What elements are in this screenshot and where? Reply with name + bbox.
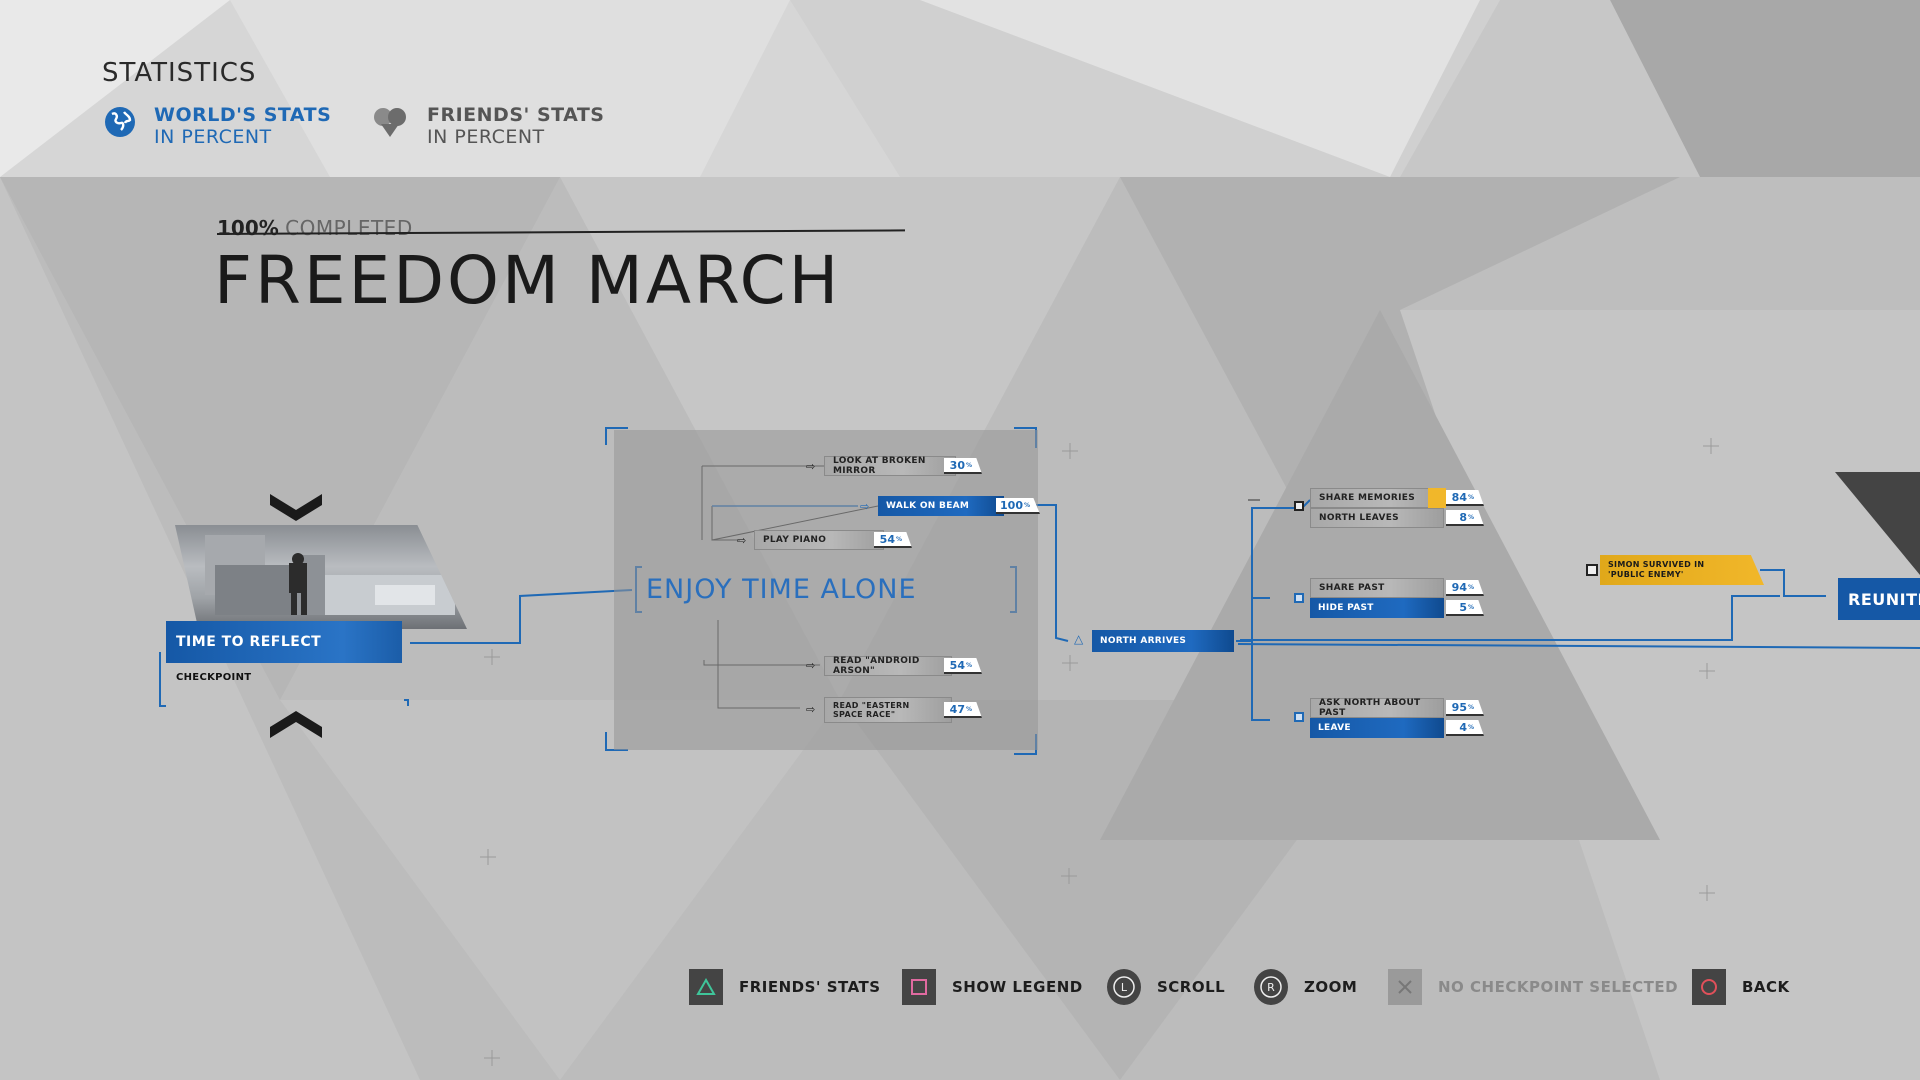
tab-worlds-stats-label: WORLD'S STATS bbox=[154, 104, 332, 126]
choice-percent: 30% bbox=[944, 458, 982, 474]
globe-icon bbox=[105, 107, 135, 137]
left-stick-icon: L bbox=[1107, 969, 1141, 1005]
arrow-right-icon: ⇨ bbox=[737, 534, 747, 547]
square-button-icon bbox=[902, 969, 936, 1005]
event-north-arrives[interactable]: NORTH ARRIVES bbox=[1092, 630, 1234, 652]
choice-label: READ "ANDROID ARSON" bbox=[833, 656, 920, 676]
completion-value: 100% bbox=[217, 216, 279, 240]
triangle-button-icon bbox=[689, 969, 723, 1005]
branch-label: SHARE PAST bbox=[1319, 583, 1385, 593]
lock-icon bbox=[1586, 564, 1598, 576]
unlock-icon bbox=[1294, 593, 1304, 603]
branch-percent: 84% bbox=[1446, 490, 1484, 506]
control-show-legend[interactable]: SHOW LEGEND bbox=[902, 968, 1083, 1006]
branch-ask-north-about-past[interactable]: ASK NORTH ABOUT PAST bbox=[1310, 698, 1444, 718]
cross-button-icon bbox=[1388, 969, 1422, 1005]
hub-title: ENJOY TIME ALONE bbox=[646, 574, 917, 605]
condition-label: SIMON SURVIVED IN 'PUBLIC ENEMY' bbox=[1608, 560, 1705, 579]
branch-percent: 4% bbox=[1446, 720, 1484, 736]
branch-label: HIDE PAST bbox=[1318, 603, 1374, 613]
choice-play-piano[interactable]: PLAY PIANO bbox=[754, 530, 884, 550]
control-show-legend-label: SHOW LEGEND bbox=[952, 978, 1083, 996]
unlock-icon bbox=[1294, 501, 1304, 511]
node-reunite[interactable]: REUNITE bbox=[1838, 578, 1920, 620]
choice-look-at-broken-mirror[interactable]: LOOK AT BROKEN MIRROR bbox=[824, 456, 956, 476]
arrow-right-icon: ⇨ bbox=[806, 703, 816, 716]
choice-label: LOOK AT BROKEN MIRROR bbox=[833, 456, 926, 476]
arrow-right-icon: ⇨ bbox=[806, 460, 816, 473]
checkpoint-thumbnail[interactable] bbox=[175, 525, 467, 629]
completion-status: 100% COMPLETED bbox=[217, 216, 413, 240]
checkpoint-scene-image bbox=[205, 535, 455, 615]
svg-text:L: L bbox=[1121, 981, 1128, 994]
choice-percent: 47% bbox=[944, 702, 982, 718]
svg-text:R: R bbox=[1267, 981, 1275, 994]
event-label: NORTH ARRIVES bbox=[1100, 636, 1187, 646]
choice-walk-on-beam[interactable]: WALK ON BEAM bbox=[878, 496, 1004, 516]
right-stick-icon: R bbox=[1254, 969, 1288, 1005]
control-friends-stats[interactable]: FRIENDS' STATS bbox=[689, 968, 881, 1006]
tab-friends-stats[interactable]: FRIENDS' STATS IN PERCENT bbox=[373, 104, 605, 148]
control-scroll-label: SCROLL bbox=[1157, 978, 1226, 996]
control-zoom-label: ZOOM bbox=[1304, 978, 1358, 996]
branch-percent: 8% bbox=[1446, 510, 1484, 526]
control-no-checkpoint-selected: NO CHECKPOINT SELECTED bbox=[1388, 968, 1678, 1006]
checkpoint-type-label: CHECKPOINT bbox=[176, 672, 252, 683]
tab-friends-stats-sub: IN PERCENT bbox=[427, 126, 545, 148]
control-scroll[interactable]: L SCROLL bbox=[1107, 968, 1225, 1006]
statistics-title: STATISTICS bbox=[102, 58, 257, 88]
unlock-icon bbox=[1294, 712, 1304, 722]
choice-percent: 54% bbox=[874, 532, 912, 548]
tab-worlds-stats[interactable]: WORLD'S STATS IN PERCENT bbox=[104, 104, 331, 148]
branch-share-past[interactable]: SHARE PAST bbox=[1310, 578, 1444, 598]
control-friends-stats-label: FRIENDS' STATS bbox=[739, 978, 881, 996]
choice-label: PLAY PIANO bbox=[763, 535, 827, 545]
arrow-right-icon: ⇨ bbox=[860, 500, 870, 513]
choice-percent: 54% bbox=[944, 658, 982, 674]
circle-button-icon bbox=[1692, 969, 1726, 1005]
branch-label: LEAVE bbox=[1318, 723, 1351, 733]
branch-north-leaves[interactable]: NORTH LEAVES bbox=[1310, 508, 1444, 528]
branch-label: SHARE MEMORIES bbox=[1319, 493, 1416, 503]
choice-percent: 100% bbox=[996, 498, 1040, 514]
tab-friends-stats-label: FRIENDS' STATS bbox=[427, 104, 605, 126]
control-back-label: BACK bbox=[1742, 978, 1790, 996]
choice-label: READ "EASTERN SPACE RACE" bbox=[833, 701, 910, 719]
control-back[interactable]: BACK bbox=[1692, 968, 1790, 1006]
completion-text: COMPLETED bbox=[285, 216, 413, 240]
checkpoint-time-to-reflect[interactable]: TIME TO REFLECT bbox=[166, 621, 402, 663]
friends-icon bbox=[374, 108, 406, 137]
branch-label: NORTH LEAVES bbox=[1319, 513, 1399, 523]
control-no-checkpoint-label: NO CHECKPOINT SELECTED bbox=[1438, 978, 1679, 996]
branch-percent: 95% bbox=[1446, 700, 1484, 716]
tab-worlds-stats-sub: IN PERCENT bbox=[154, 126, 272, 148]
chapter-title: FREEDOM MARCH bbox=[214, 242, 842, 319]
branch-share-memories[interactable]: SHARE MEMORIES bbox=[1310, 488, 1444, 508]
condition-simon-survived: SIMON SURVIVED IN 'PUBLIC ENEMY' bbox=[1600, 555, 1764, 585]
branch-hide-past[interactable]: HIDE PAST bbox=[1310, 598, 1444, 618]
arrow-right-icon: ⇨ bbox=[806, 659, 816, 672]
lock-icon bbox=[1428, 488, 1446, 508]
branch-leave[interactable]: LEAVE bbox=[1310, 718, 1444, 738]
choice-read-android-arson[interactable]: READ "ANDROID ARSON" bbox=[824, 656, 952, 676]
branch-percent: 94% bbox=[1446, 580, 1484, 596]
control-zoom[interactable]: R ZOOM bbox=[1254, 968, 1357, 1006]
branch-label: ASK NORTH ABOUT PAST bbox=[1319, 698, 1421, 718]
choice-label: WALK ON BEAM bbox=[886, 501, 970, 511]
event-triangle-icon: △ bbox=[1074, 632, 1084, 646]
choice-read-eastern-space-race[interactable]: READ "EASTERN SPACE RACE" bbox=[824, 697, 952, 723]
branch-percent: 5% bbox=[1446, 600, 1484, 616]
